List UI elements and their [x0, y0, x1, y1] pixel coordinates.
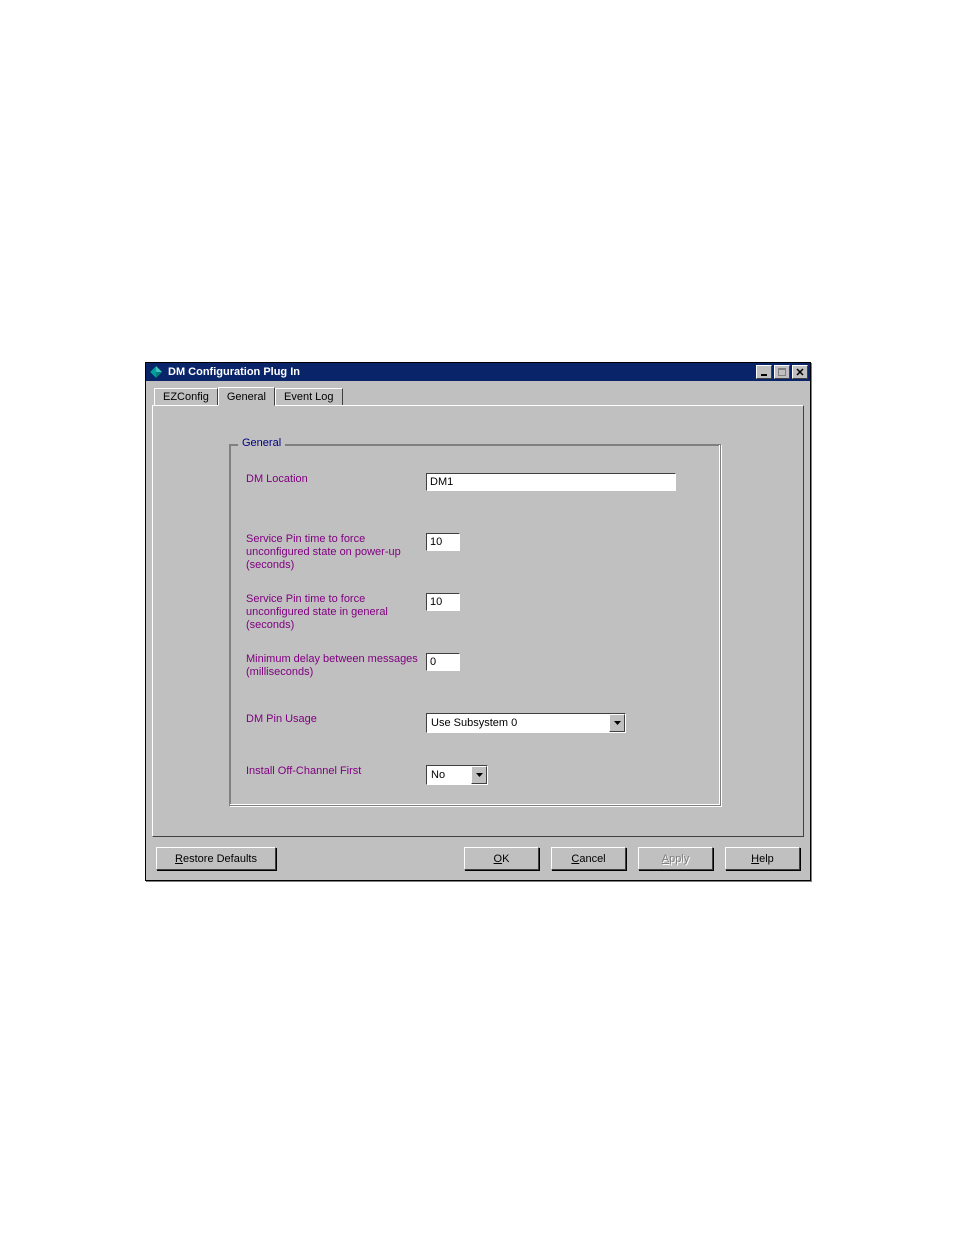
label-install-off-channel: Install Off-Channel First — [246, 765, 426, 785]
restore-defaults-button[interactable]: Restore Defaults — [156, 847, 276, 870]
combo-install-off-channel[interactable]: No — [426, 765, 488, 785]
input-service-pin-powerup[interactable] — [426, 533, 460, 551]
apply-button: Apply — [638, 847, 713, 870]
tab-general[interactable]: General — [218, 387, 275, 406]
close-button[interactable] — [792, 365, 808, 379]
input-min-delay[interactable] — [426, 653, 460, 671]
dialog-window: DM Configuration Plug In EZConfig Genera… — [145, 362, 811, 881]
tab-label: Event Log — [284, 391, 334, 403]
row-service-pin-general: Service Pin time to force unconfigured s… — [246, 593, 460, 632]
groupbox-title: General — [238, 437, 285, 449]
window-title: DM Configuration Plug In — [168, 366, 754, 378]
input-service-pin-general[interactable] — [426, 593, 460, 611]
input-dm-location[interactable] — [426, 473, 676, 491]
tab-ezconfig[interactable]: EZConfig — [154, 388, 218, 406]
minimize-button[interactable] — [756, 365, 772, 379]
help-button[interactable]: Help — [725, 847, 800, 870]
maximize-button — [774, 365, 790, 379]
cancel-button[interactable]: Cancel — [551, 847, 626, 870]
label-service-pin-general: Service Pin time to force unconfigured s… — [246, 593, 426, 632]
label-service-pin-powerup: Service Pin time to force unconfigured s… — [246, 533, 426, 572]
chevron-down-icon — [609, 714, 625, 732]
row-install-off-channel: Install Off-Channel First No — [246, 765, 488, 785]
app-icon — [148, 364, 164, 380]
titlebar[interactable]: DM Configuration Plug In — [146, 363, 810, 381]
ok-button[interactable]: OK — [464, 847, 539, 870]
combo-value: Use Subsystem 0 — [427, 717, 609, 729]
client-area: EZConfig General Event Log General DM Lo… — [146, 381, 810, 880]
chevron-down-icon — [471, 766, 487, 784]
tab-label: EZConfig — [163, 391, 209, 403]
groupbox-general: General DM Location Service Pin time to … — [229, 444, 721, 806]
row-min-delay: Minimum delay between messages (millisec… — [246, 653, 460, 679]
row-dm-pin-usage: DM Pin Usage Use Subsystem 0 — [246, 713, 626, 733]
tab-label: General — [227, 391, 266, 403]
tab-panel-general: General DM Location Service Pin time to … — [152, 405, 804, 837]
tab-strip: EZConfig General Event Log — [154, 388, 804, 406]
label-dm-location: DM Location — [246, 473, 426, 491]
row-dm-location: DM Location — [246, 473, 676, 491]
window-controls — [754, 365, 808, 379]
tab-eventlog[interactable]: Event Log — [275, 388, 343, 406]
btn-label: estore Defaults — [183, 853, 257, 865]
label-min-delay: Minimum delay between messages (millisec… — [246, 653, 426, 679]
button-row: Restore Defaults OK Cancel Apply Help — [152, 847, 804, 870]
combo-dm-pin-usage[interactable]: Use Subsystem 0 — [426, 713, 626, 733]
label-dm-pin-usage: DM Pin Usage — [246, 713, 426, 733]
combo-value: No — [427, 769, 471, 781]
row-service-pin-powerup: Service Pin time to force unconfigured s… — [246, 533, 460, 572]
